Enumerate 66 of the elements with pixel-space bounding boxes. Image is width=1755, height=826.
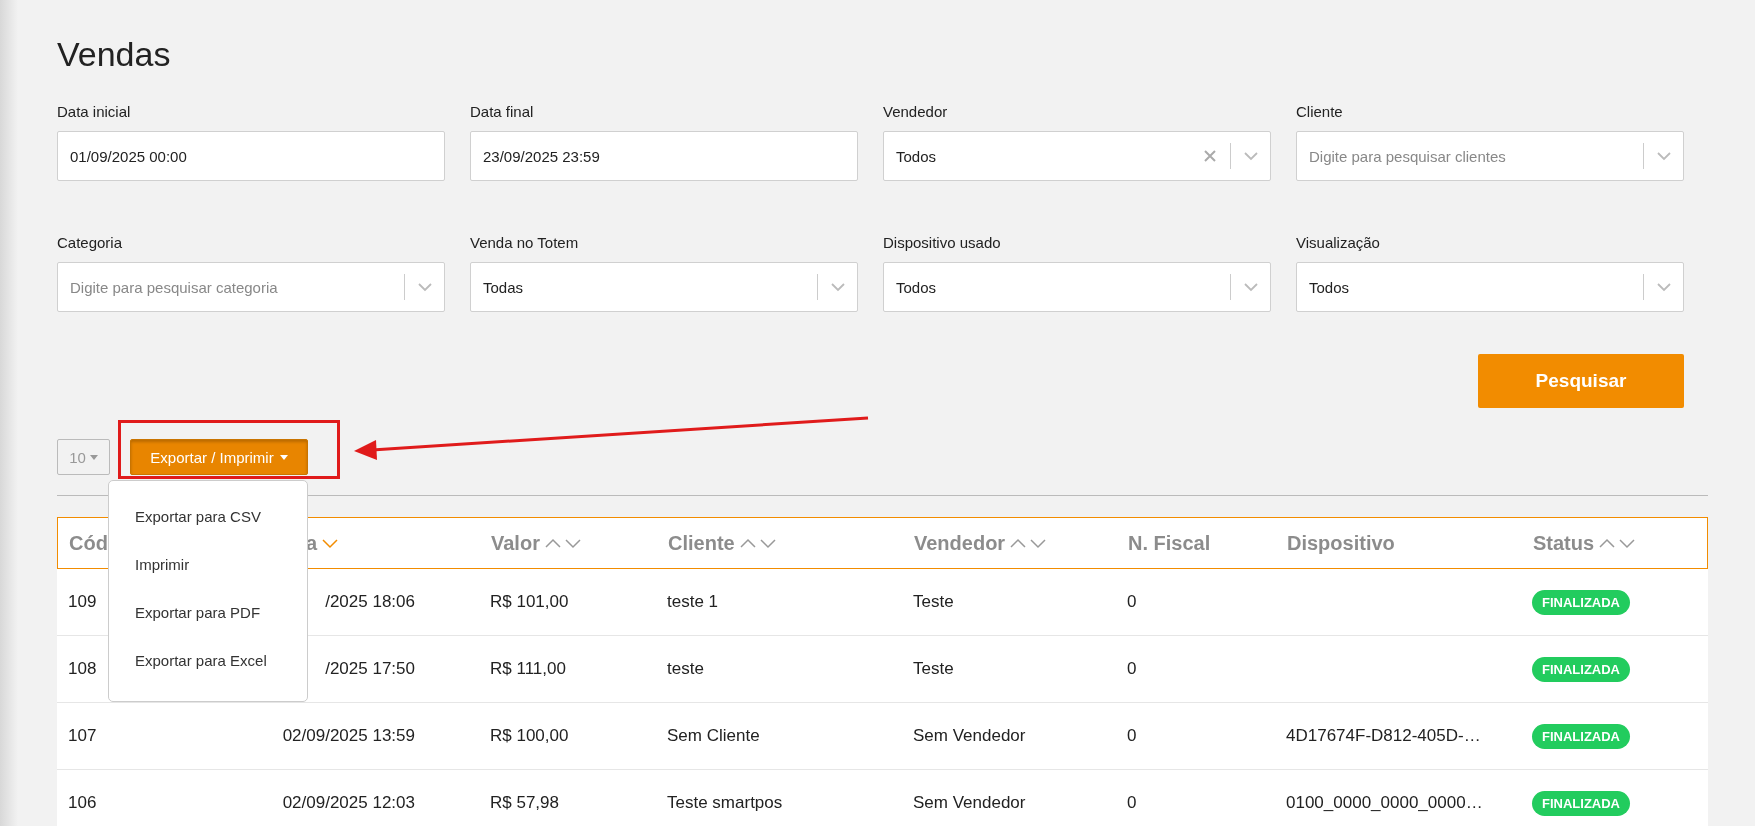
table-cell: 4D17674F-D812-405D-… <box>1286 726 1481 745</box>
field-label: Visualização <box>1296 233 1380 253</box>
field-label: Cliente <box>1296 102 1343 122</box>
page-title: Vendas <box>57 34 172 75</box>
table-cell: 108 <box>68 659 97 678</box>
column-header: Cód <box>69 531 108 555</box>
table-cell: R$ 100,00 <box>490 726 569 745</box>
column-header: Dispositivo <box>1287 531 1395 555</box>
chevron-down-icon[interactable] <box>1656 151 1672 161</box>
table-cell: 0 <box>1127 793 1137 812</box>
date-field[interactable]: 23/09/2025 23:59 <box>470 131 858 181</box>
table-cell: teste 1 <box>667 592 719 611</box>
field-label: Venda no Totem <box>470 233 579 253</box>
status-badge: FINALIZADA <box>1532 656 1630 682</box>
status-badge: FINALIZADA <box>1532 790 1630 816</box>
chevron-down-icon[interactable] <box>1656 282 1672 292</box>
date-field[interactable]: 01/09/2025 00:00 <box>57 131 445 181</box>
field-label: Data inicial <box>57 102 131 122</box>
menu-item[interactable]: Imprimir <box>109 541 307 589</box>
chevron-down-icon[interactable] <box>1243 151 1259 161</box>
chevron-down-icon[interactable] <box>1243 282 1259 292</box>
chevron-down-icon[interactable] <box>417 282 433 292</box>
table-cell: 02/09/2025 12:03 <box>282 793 415 812</box>
select-field[interactable]: Digite para pesquisar categoria <box>57 262 445 312</box>
table-cell: 109 <box>68 592 97 611</box>
select-field[interactable]: Todas <box>470 262 858 312</box>
table-cell: /2025 17:50 <box>325 659 415 678</box>
table-cell: 0 <box>1127 659 1137 678</box>
select-field[interactable]: Digite para pesquisar clientes <box>1296 131 1684 181</box>
table-cell: 0100_0000_0000_0000… <box>1286 793 1483 812</box>
field-label: Data final <box>470 102 534 122</box>
table-cell: 02/09/2025 13:59 <box>282 726 415 745</box>
table-cell: R$ 101,00 <box>490 592 569 611</box>
table-cell: R$ 111,00 <box>490 659 566 678</box>
table-cell: 106 <box>68 793 97 812</box>
sort-icon[interactable] <box>738 537 779 549</box>
status-badge: FINALIZADA <box>1532 723 1630 749</box>
select-field[interactable]: Todos <box>883 131 1271 181</box>
table-cell: Teste smartpos <box>667 793 783 812</box>
table-cell: Sem Vendedor <box>913 793 1026 812</box>
caret-icon <box>89 454 98 460</box>
table-cell: 0 <box>1127 726 1137 745</box>
table-cell: 107 <box>68 726 97 745</box>
status-badge: FINALIZADA <box>1532 589 1630 615</box>
sort-descending-icon[interactable] <box>321 537 340 549</box>
menu-item[interactable]: Exportar para PDF <box>109 589 307 637</box>
field-label: Categoria <box>57 233 123 253</box>
select-field[interactable]: Todos <box>1296 262 1684 312</box>
table-cell: /2025 18:06 <box>325 592 415 611</box>
caret-icon <box>279 454 288 460</box>
field-label: Dispositivo usado <box>883 233 1001 253</box>
chevron-down-icon[interactable] <box>830 282 846 292</box>
table-cell: Sem Vendedor <box>913 726 1026 745</box>
table-cell: Teste <box>913 592 954 611</box>
sort-icon[interactable] <box>543 537 584 549</box>
table-cell: 0 <box>1127 592 1137 611</box>
table-cell: teste <box>667 659 704 678</box>
table-cell: Teste <box>913 659 954 678</box>
menu-item[interactable]: Exportar para CSV <box>109 493 307 541</box>
column-header: N. Fiscal <box>1128 531 1211 555</box>
table-cell: R$ 57,98 <box>490 793 559 812</box>
field-label: Vendedor <box>883 102 948 122</box>
clear-icon[interactable] <box>1204 150 1216 162</box>
menu-item[interactable]: Exportar para Excel <box>109 637 307 685</box>
select-field[interactable]: Todos <box>883 262 1271 312</box>
table-cell: Sem Cliente <box>667 726 760 745</box>
